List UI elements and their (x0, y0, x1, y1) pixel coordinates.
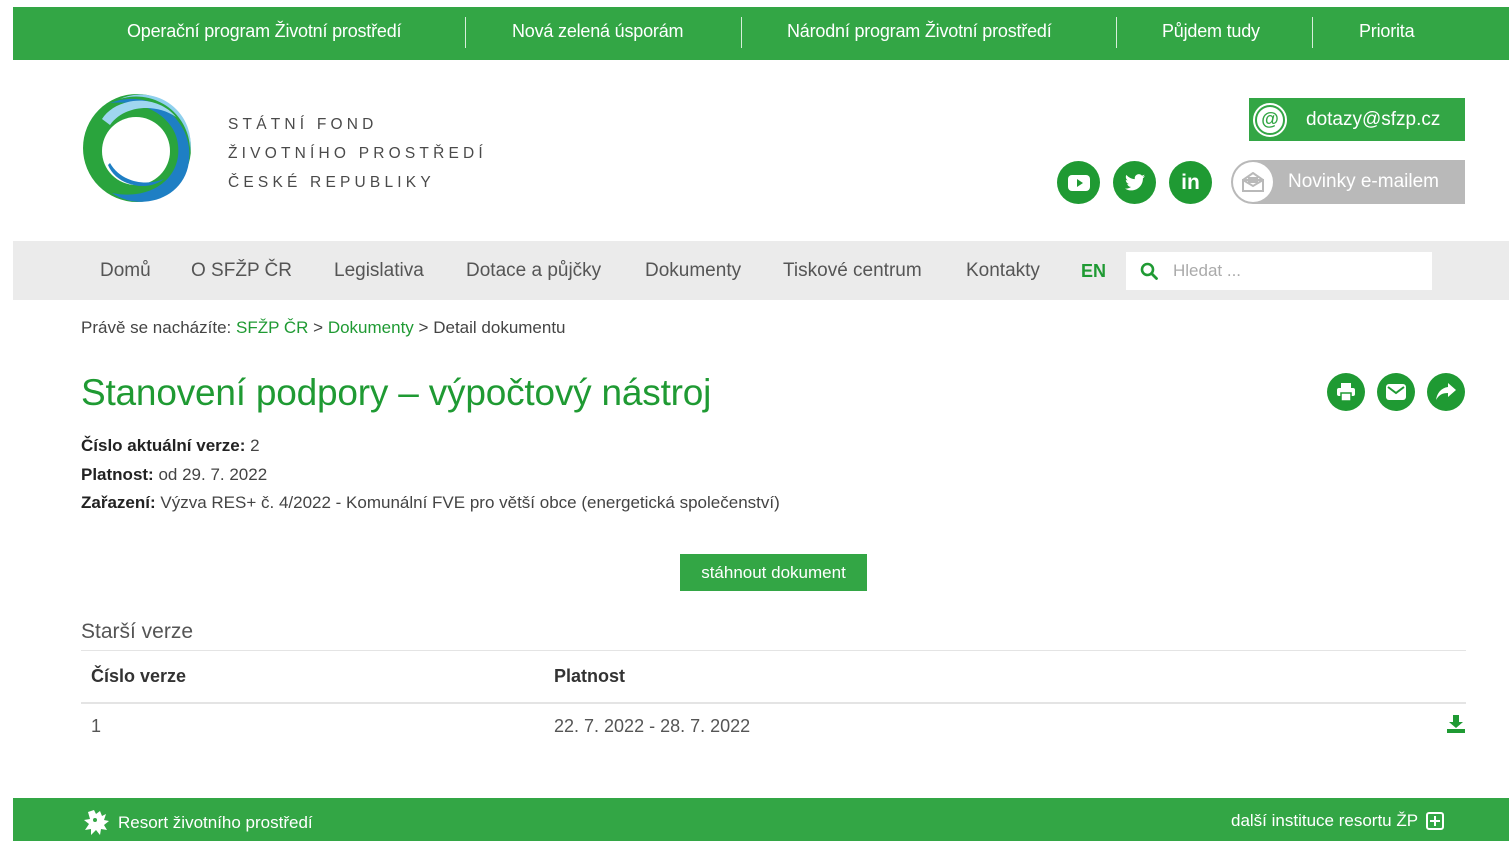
column-header-download (1313, 650, 1466, 704)
download-icon[interactable] (1446, 714, 1466, 733)
divider (741, 17, 742, 48)
category-value: Výzva RES+ č. 4/2022 - Komunální FVE pro… (160, 493, 780, 512)
version-value: 2 (250, 436, 260, 455)
validity: Platnost: od 29. 7. 2022 (81, 465, 267, 485)
search-box (1126, 252, 1432, 290)
twitter-icon[interactable] (1113, 161, 1156, 204)
nav-item-domu[interactable]: Domů (100, 260, 151, 282)
version-label: Číslo aktuální verze: (81, 436, 246, 455)
footer-bar: Resort životního prostředí další institu… (13, 798, 1509, 841)
divider (1312, 17, 1313, 48)
nav-item-legislativa[interactable]: Legislativa (334, 260, 424, 282)
breadcrumb-separator: > (418, 318, 429, 337)
brand-name: STÁTNÍ FOND ŽIVOTNÍHO PROSTŘEDÍ ČESKÉ RE… (228, 110, 487, 197)
brand-line-3: ČESKÉ REPUBLIKY (228, 174, 435, 191)
category-label: Zařazení: (81, 493, 156, 512)
program-link-pujdem-tudy[interactable]: Půjdem tudy (1162, 21, 1260, 42)
youtube-icon[interactable] (1057, 161, 1100, 204)
brand-line-2: ŽIVOTNÍHO PROSTŘEDÍ (228, 145, 487, 162)
envelope-icon (1233, 162, 1273, 202)
validity-label: Platnost: (81, 465, 154, 484)
nav-item-dotace[interactable]: Dotace a půjčky (466, 260, 601, 282)
main-navigation: Domů O SFŽP ČR Legislativa Dotace a půjč… (13, 241, 1509, 300)
plus-box-icon (1426, 812, 1445, 830)
older-versions-table: Číslo verze Platnost 1 22. 7. 2022 - 28.… (81, 650, 1466, 749)
email-contact-button[interactable]: @ dotazy@sfzp.cz (1249, 98, 1465, 141)
email-label: dotazy@sfzp.cz (1306, 108, 1441, 130)
share-icon[interactable] (1427, 373, 1465, 411)
nav-item-kontakty[interactable]: Kontakty (966, 260, 1040, 282)
version-number: 1 (91, 715, 102, 736)
footer-resort-link[interactable]: Resort životního prostředí (82, 808, 313, 838)
divider (1116, 17, 1117, 48)
lion-emblem-icon (84, 810, 109, 835)
program-bar: Operační program Životní prostředí Nová … (13, 7, 1509, 60)
breadcrumb-prefix: Právě se nacházíte: (81, 318, 232, 337)
column-header-version: Číslo verze (81, 650, 544, 704)
divider (465, 17, 466, 48)
breadcrumb-current: Detail dokumentu (433, 318, 566, 337)
nav-item-tiskove-centrum[interactable]: Tiskové centrum (783, 260, 922, 282)
category: Zařazení: Výzva RES+ č. 4/2022 - Komunál… (81, 493, 780, 513)
brand-line-1: STÁTNÍ FOND (228, 116, 378, 133)
breadcrumb-link-sfzp[interactable]: SFŽP ČR (236, 318, 308, 337)
nav-item-o-sfzp[interactable]: O SFŽP ČR (191, 260, 292, 282)
page-title: Stanovení podpory – výpočtový nástroj (81, 372, 712, 413)
current-version: Číslo aktuální verze: 2 (81, 436, 260, 456)
footer-institutions-link[interactable]: další instituce resortu ŽP (1231, 811, 1445, 831)
table-header-row: Číslo verze Platnost (81, 650, 1466, 704)
program-link-nzu[interactable]: Nová zelená úsporám (512, 21, 683, 42)
column-header-validity: Platnost (544, 650, 1313, 704)
footer-institutions-label: další instituce resortu ŽP (1231, 811, 1419, 830)
footer-resort-label: Resort životního prostředí (118, 813, 313, 832)
breadcrumb-link-dokumenty[interactable]: Dokumenty (328, 318, 414, 337)
linkedin-icon[interactable]: in (1169, 161, 1212, 204)
search-input[interactable] (1173, 261, 1413, 281)
print-icon[interactable] (1327, 373, 1365, 411)
breadcrumb-separator: > (313, 318, 324, 337)
version-validity: 22. 7. 2022 - 28. 7. 2022 (554, 715, 751, 736)
older-versions-heading: Starší verze (81, 620, 194, 643)
breadcrumb: Právě se nacházíte: SFŽP ČR > Dokumenty … (81, 318, 566, 338)
download-document-button[interactable]: stáhnout dokument (680, 554, 867, 591)
at-icon: @ (1251, 100, 1289, 139)
mail-icon[interactable] (1377, 373, 1415, 411)
download-cell (1313, 703, 1466, 749)
newsletter-button[interactable]: Novinky e-mailem (1231, 160, 1465, 204)
language-switch-en[interactable]: EN (1081, 261, 1106, 282)
program-link-priorita[interactable]: Priorita (1359, 21, 1415, 42)
search-icon[interactable] (1140, 262, 1158, 280)
program-link-npzp[interactable]: Národní program Životní prostředí (787, 21, 1052, 42)
nav-item-dokumenty[interactable]: Dokumenty (645, 260, 741, 282)
program-link-opzp[interactable]: Operační program Životní prostředí (127, 21, 402, 42)
sfzp-logo[interactable] (80, 89, 194, 207)
validity-value: od 29. 7. 2022 (158, 465, 268, 484)
newsletter-label: Novinky e-mailem (1288, 171, 1439, 192)
table-row: 1 22. 7. 2022 - 28. 7. 2022 (81, 703, 1466, 749)
